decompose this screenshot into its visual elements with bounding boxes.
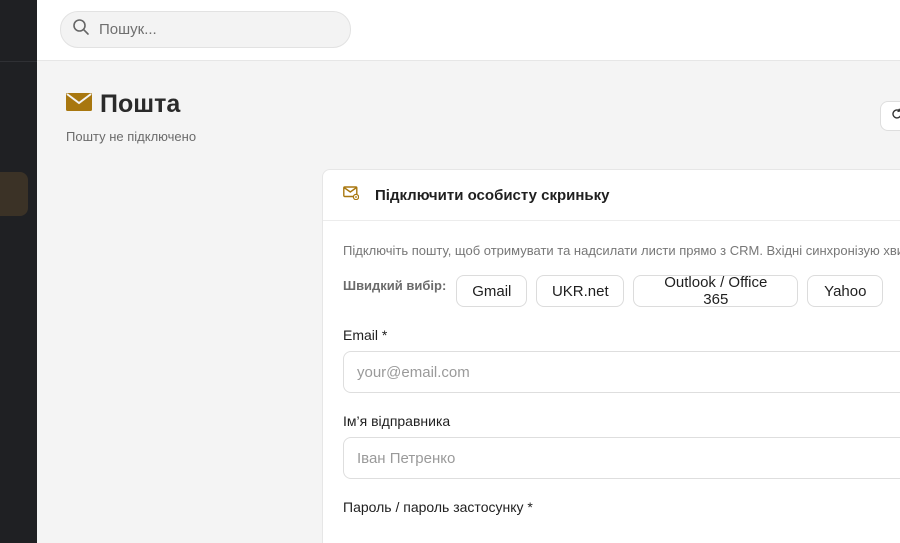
sidebar-divider [0, 61, 37, 62]
email-label: Email * [343, 327, 388, 343]
search-input[interactable] [99, 21, 339, 38]
card-header: Підключити особисту скриньку [323, 170, 900, 221]
provider-gmail-button[interactable]: Gmail [456, 275, 528, 307]
sidebar [0, 0, 37, 543]
page-header: Пошта Пошту не підключено [66, 90, 196, 144]
mail-icon [66, 92, 92, 117]
quick-select-row: Швидкий вибір: Gmail UKR.net Outlook / O… [343, 274, 900, 308]
sender-name-field[interactable] [343, 437, 900, 479]
top-header [37, 0, 900, 61]
card-description: Підключіть пошту, щоб отримувати та надс… [343, 243, 900, 258]
page-title-row: Пошта [66, 90, 196, 119]
sender-name-label: Ім’я відправника [343, 413, 451, 429]
app-window: Пошта Пошту не підключено Підключити осо… [0, 0, 900, 543]
mail-settings-icon [343, 185, 360, 205]
email-field[interactable] [343, 351, 900, 393]
connect-mailbox-card: Підключити особисту скриньку Підключіть … [322, 169, 900, 543]
search-box[interactable] [60, 11, 351, 48]
sidebar-item-active[interactable] [0, 172, 28, 216]
refresh-button[interactable] [880, 101, 900, 131]
page-subtitle: Пошту не підключено [66, 129, 197, 144]
password-label: Пароль / пароль застосунку * [343, 499, 533, 515]
provider-yahoo-button[interactable]: Yahoo [807, 275, 884, 307]
provider-outlook-button[interactable]: Outlook / Office 365 [633, 274, 799, 308]
page-title: Пошта [100, 90, 181, 118]
quick-select-label: Швидкий вибір: [343, 278, 447, 293]
provider-ukrnet-button[interactable]: UKR.net [536, 275, 625, 307]
search-icon [72, 18, 90, 41]
card-body: Підключіть пошту, щоб отримувати та надс… [323, 241, 900, 515]
refresh-icon [891, 107, 900, 125]
card-title: Підключити особисту скриньку [375, 186, 610, 204]
